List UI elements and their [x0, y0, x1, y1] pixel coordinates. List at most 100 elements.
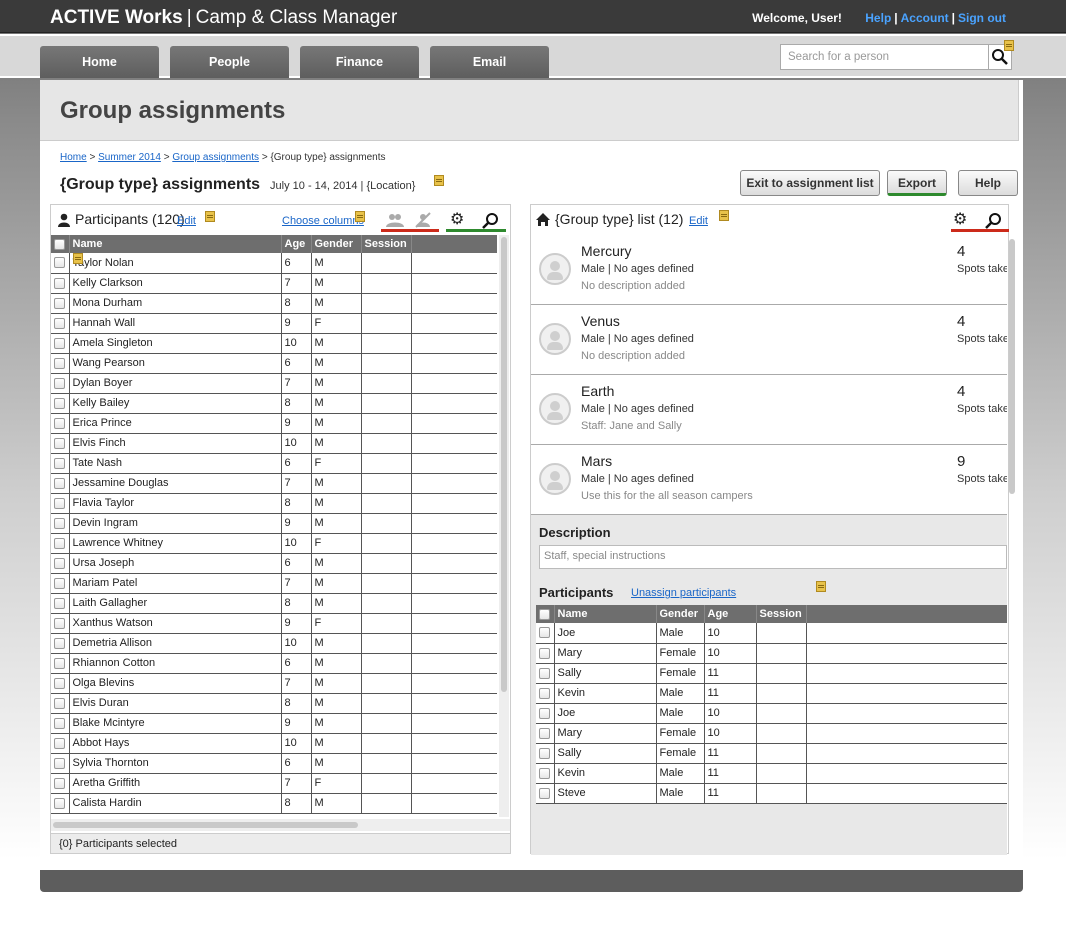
table-row[interactable]: Taylor Nolan 6 M — [51, 253, 497, 274]
row-checkbox[interactable] — [51, 653, 70, 674]
filter-search-icon[interactable] — [482, 212, 500, 230]
column-header[interactable]: Gender — [656, 605, 705, 623]
row-checkbox[interactable] — [51, 633, 70, 654]
group-item-earth[interactable]: Earth Male | No ages defined Staff: Jane… — [531, 375, 1007, 445]
signout-link[interactable]: Sign out — [958, 11, 1006, 25]
horizontal-scrollbar[interactable] — [51, 819, 510, 831]
table-row[interactable]: Hannah Wall 9 F — [51, 313, 497, 334]
unassign-group-icon[interactable] — [413, 211, 433, 229]
nav-people-tab[interactable]: People — [170, 46, 289, 78]
unassign-participants-link[interactable]: Unassign participants — [631, 587, 736, 599]
row-checkbox[interactable] — [51, 373, 70, 394]
export-button[interactable]: Export — [887, 170, 947, 196]
help-button[interactable]: Help — [958, 170, 1018, 196]
table-row[interactable]: Mary Female 10 — [536, 723, 1007, 744]
row-checkbox[interactable] — [51, 413, 70, 434]
table-row[interactable]: Abbot Hays 10 M — [51, 733, 497, 754]
column-header[interactable]: Age — [281, 235, 312, 253]
column-header[interactable]: Gender — [311, 235, 362, 253]
table-row[interactable]: Erica Prince 9 M — [51, 413, 497, 434]
table-row[interactable]: Joe Male 10 — [536, 623, 1007, 644]
nav-email-tab[interactable]: Email — [430, 46, 549, 78]
row-checkbox[interactable] — [51, 393, 70, 414]
row-checkbox[interactable] — [51, 613, 70, 634]
table-row[interactable]: Sylvia Thornton 6 M — [51, 753, 497, 774]
select-all-checkbox[interactable] — [536, 605, 555, 623]
participants-scrollbar[interactable] — [499, 235, 509, 817]
row-checkbox[interactable] — [536, 683, 555, 704]
row-checkbox[interactable] — [51, 353, 70, 374]
table-row[interactable]: Elvis Finch 10 M — [51, 433, 497, 454]
table-row[interactable]: Sally Female 11 — [536, 743, 1007, 764]
nav-home-tab[interactable]: Home — [40, 46, 159, 78]
column-header[interactable]: Session — [756, 605, 807, 623]
table-row[interactable]: Calista Hardin 8 M — [51, 793, 497, 814]
participants-edit-link[interactable]: Edit — [177, 215, 196, 227]
table-row[interactable]: Wang Pearson 6 M — [51, 353, 497, 374]
filter-search-icon[interactable] — [985, 212, 1003, 230]
table-row[interactable]: Joe Male 10 — [536, 703, 1007, 724]
row-checkbox[interactable] — [51, 273, 70, 294]
table-row[interactable]: Steve Male 11 — [536, 783, 1007, 804]
row-checkbox[interactable] — [51, 493, 70, 514]
row-checkbox[interactable] — [51, 673, 70, 694]
table-row[interactable]: Xanthus Watson 9 F — [51, 613, 497, 634]
breadcrumb-assignments[interactable]: Group assignments — [172, 152, 259, 163]
row-checkbox[interactable] — [51, 333, 70, 354]
table-row[interactable]: Kevin Male 11 — [536, 683, 1007, 704]
row-checkbox[interactable] — [51, 553, 70, 574]
row-checkbox[interactable] — [51, 453, 70, 474]
table-row[interactable]: Flavia Taylor 8 M — [51, 493, 497, 514]
row-checkbox[interactable] — [536, 623, 555, 644]
row-checkbox[interactable] — [51, 513, 70, 534]
breadcrumb-season[interactable]: Summer 2014 — [98, 152, 161, 163]
table-row[interactable]: Sally Female 11 — [536, 663, 1007, 684]
settings-gear-icon[interactable]: ⚙ — [450, 208, 464, 232]
table-row[interactable]: Mona Durham 8 M — [51, 293, 497, 314]
column-header[interactable]: Session — [361, 235, 412, 253]
row-checkbox[interactable] — [51, 793, 70, 814]
table-row[interactable]: Aretha Griffith 7 F — [51, 773, 497, 794]
groups-edit-link[interactable]: Edit — [689, 215, 708, 227]
column-header[interactable]: Name — [554, 605, 657, 623]
row-checkbox[interactable] — [51, 313, 70, 334]
row-checkbox[interactable] — [51, 713, 70, 734]
row-checkbox[interactable] — [51, 433, 70, 454]
row-checkbox[interactable] — [536, 763, 555, 784]
table-row[interactable]: Tate Nash 6 F — [51, 453, 497, 474]
help-link[interactable]: Help — [865, 11, 891, 25]
table-row[interactable]: Lawrence Whitney 10 F — [51, 533, 497, 554]
group-item-mercury[interactable]: Mercury Male | No ages defined No descri… — [531, 235, 1007, 305]
table-row[interactable]: Kelly Bailey 8 M — [51, 393, 497, 414]
row-checkbox[interactable] — [51, 773, 70, 794]
scroll-thumb[interactable] — [53, 822, 358, 828]
table-row[interactable]: Dylan Boyer 7 M — [51, 373, 497, 394]
table-row[interactable]: Rhiannon Cotton 6 M — [51, 653, 497, 674]
row-checkbox[interactable] — [51, 253, 70, 274]
row-checkbox[interactable] — [536, 703, 555, 724]
column-header[interactable]: Age — [704, 605, 757, 623]
search-input[interactable]: Search for a person — [780, 44, 990, 70]
select-all-checkbox[interactable] — [51, 235, 70, 253]
settings-gear-icon[interactable]: ⚙ — [953, 208, 967, 232]
row-checkbox[interactable] — [51, 693, 70, 714]
table-row[interactable]: Demetria Allison 10 M — [51, 633, 497, 654]
scroll-thumb[interactable] — [1009, 239, 1015, 494]
nav-finance-tab[interactable]: Finance — [300, 46, 419, 78]
table-row[interactable]: Kevin Male 11 — [536, 763, 1007, 784]
row-checkbox[interactable] — [51, 573, 70, 594]
exit-button[interactable]: Exit to assignment list — [740, 170, 880, 196]
row-checkbox[interactable] — [51, 733, 70, 754]
row-checkbox[interactable] — [536, 723, 555, 744]
choose-columns-link[interactable]: Choose columns — [282, 215, 364, 227]
description-field[interactable]: Staff, special instructions — [539, 545, 1007, 569]
group-item-venus[interactable]: Venus Male | No ages defined No descript… — [531, 305, 1007, 375]
row-checkbox[interactable] — [51, 293, 70, 314]
table-row[interactable]: Amela Singleton 10 M — [51, 333, 497, 354]
table-row[interactable]: Olga Blevins 7 M — [51, 673, 497, 694]
row-checkbox[interactable] — [536, 783, 555, 804]
row-checkbox[interactable] — [51, 533, 70, 554]
row-checkbox[interactable] — [536, 663, 555, 684]
row-checkbox[interactable] — [51, 473, 70, 494]
table-row[interactable]: Blake Mcintyre 9 M — [51, 713, 497, 734]
